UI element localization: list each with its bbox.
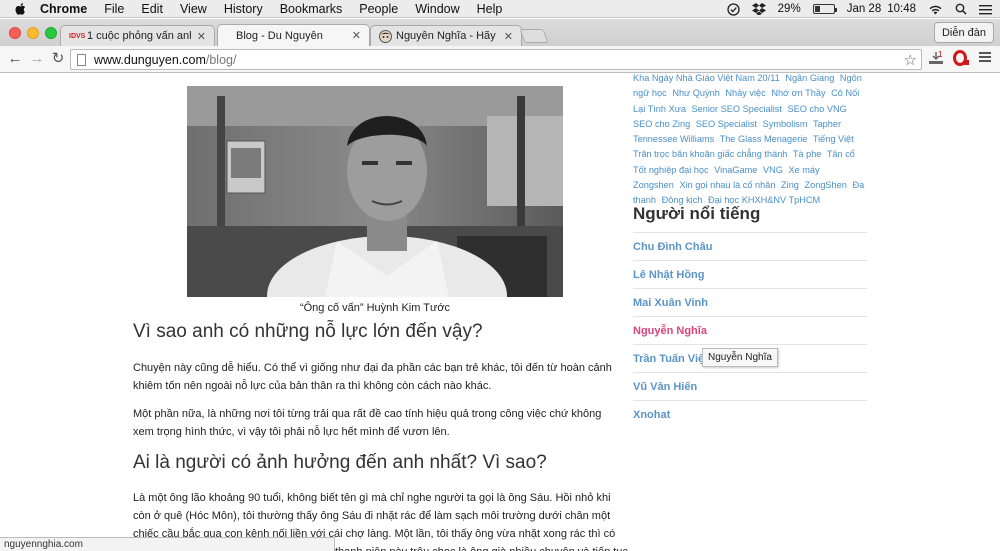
apple-logo-icon[interactable] [14, 2, 28, 16]
battery-icon[interactable] [812, 4, 837, 14]
tag-link[interactable]: The Glass Menagerie [720, 134, 808, 144]
sidebar-title: Người nổi tiếng [633, 204, 761, 223]
opera-extension-icon[interactable] [952, 50, 970, 68]
menu-edit[interactable]: Edit [141, 2, 163, 16]
extension-badge: 1 [938, 50, 943, 59]
tag-link[interactable]: Tân cổ [827, 149, 855, 159]
tag-link[interactable]: Như Quỳnh [672, 88, 720, 98]
portrait-image [187, 86, 563, 297]
tag-link[interactable]: SEO cho Zing [633, 119, 690, 129]
profile-button[interactable]: Diễn đàn [933, 22, 994, 43]
tab-title: Nguyễn Nghĩa - Hãy biết đủ [396, 30, 498, 42]
article-paragraph-3-tail: thanh niên này trêu chọc là ông già nhiề… [335, 543, 635, 551]
menu-help[interactable]: Help [477, 2, 503, 16]
tag-link[interactable]: Senior SEO Specialist [692, 104, 782, 114]
tag-link[interactable]: Tà phe [793, 149, 822, 159]
tag-link[interactable]: VinaGame [714, 165, 757, 175]
tag-link[interactable]: ZongShen [804, 180, 846, 190]
spotlight-search-icon[interactable] [955, 3, 967, 15]
tab-blog-du-nguyen[interactable]: Blog - Du Nguyễn ✕ [217, 24, 370, 46]
bookmark-star-icon[interactable]: ☆ [904, 51, 917, 69]
sidebar-item-vu-van-hien[interactable]: Vũ Văn Hiến [633, 372, 867, 400]
photo-caption: “Ông cố vấn” Huỳnh Kim Tước [299, 302, 451, 314]
tag-link[interactable]: Xin gọi nhau là cố nhân [679, 180, 775, 190]
tag-link[interactable]: SEO cho VNG [788, 104, 847, 114]
tag-link[interactable]: Symbolism [763, 119, 808, 129]
browser-toolbar: ← → ↻ www.dunguyen.com /blog/ ☆ 1 [0, 46, 1000, 73]
tag-link[interactable]: Tapher [813, 119, 841, 129]
dropbox-icon[interactable] [751, 3, 766, 15]
status-bar-url: nguyennghia.com [0, 537, 335, 551]
article-heading-1: Vì sao anh có những nỗ lực lớn đến vậy? [133, 321, 483, 342]
menu-people[interactable]: People [359, 2, 398, 16]
article-paragraph-1: Chuyện này cũng dễ hiểu. Có thể vì giống… [133, 362, 612, 392]
tag-link[interactable]: Zing [781, 180, 799, 190]
avatar-favicon-icon [379, 29, 392, 43]
tag-link[interactable]: Tiếng Việt [813, 134, 854, 144]
tag-link[interactable]: Kha Ngày Nhà Giáo Việt Nam 20/11 [633, 74, 780, 83]
url-path: /blog/ [205, 52, 237, 67]
article-paragraph-2: Một phần nữa, là những nơi tôi từng trải… [133, 408, 602, 438]
tag-link[interactable]: Nhảy việc [725, 88, 765, 98]
article-photo [187, 86, 563, 297]
tab-close-icon[interactable]: ✕ [352, 29, 361, 42]
window-minimize-button[interactable] [27, 27, 39, 39]
url-host: www.dunguyen.com [94, 52, 206, 67]
idvs-favicon: IDVS [69, 32, 86, 40]
menu-bookmarks[interactable]: Bookmarks [280, 2, 343, 16]
menu-window[interactable]: Window [415, 2, 459, 16]
menu-view[interactable]: View [180, 2, 207, 16]
reload-icon[interactable]: ↻ [48, 50, 68, 68]
tab-nguyen-nghia[interactable]: Nguyễn Nghĩa - Hãy biết đủ ✕ [370, 25, 522, 46]
tag-link[interactable]: VNG [763, 165, 783, 175]
menubar-date[interactable]: Jan 28 [847, 3, 882, 15]
sidebar-item-nguyen-nghia[interactable]: Nguyễn Nghĩa [633, 316, 867, 344]
tab-interview[interactable]: IDVS 1 cuộc phỏng vấn anh du ngu ✕ [60, 25, 215, 46]
tag-link[interactable]: Tennessee Williams [633, 134, 714, 144]
tag-link[interactable]: Nhớ ơn Thầy [771, 88, 825, 98]
window-close-button[interactable] [9, 27, 21, 39]
menu-history[interactable]: History [224, 2, 263, 16]
tag-link[interactable]: Tốt nghiệp đại học [633, 165, 709, 175]
menu-app-name[interactable]: Chrome [40, 2, 87, 16]
tag-cloud: Kha Ngày Nhà Giáo Việt Nam 20/11 Ngân Gi… [633, 74, 865, 209]
back-arrow-icon[interactable]: ← [5, 50, 25, 68]
wifi-icon[interactable] [928, 4, 943, 15]
menubar-status-area: 29% Jan 28 10:48 [715, 0, 992, 18]
chrome-menu-icon[interactable] [976, 50, 994, 68]
battery-level-fill [814, 6, 820, 12]
sidebar-item-mai-xuan-vinh[interactable]: Mai Xuân Vinh [633, 288, 867, 316]
window-zoom-button[interactable] [45, 27, 57, 39]
menubar-time[interactable]: 10:48 [887, 3, 916, 15]
new-tab-button[interactable] [519, 29, 549, 43]
tab-close-icon[interactable]: ✕ [197, 30, 206, 43]
address-bar[interactable]: www.dunguyen.com /blog/ ☆ [70, 49, 922, 70]
tag-link[interactable]: Trăn trọc băn khoăn giấc chẳng thành [633, 149, 787, 159]
sidebar-item-le-nhat-hong[interactable]: Lê Nhật Hồng [633, 260, 867, 288]
tab-strip: IDVS 1 cuộc phỏng vấn anh du ngu ✕ Blog … [0, 19, 1000, 46]
battery-percent: 29% [777, 3, 801, 15]
mac-menubar: Chrome File Edit View History Bookmarks … [0, 0, 1000, 18]
tag-link[interactable]: Ngân Giang [785, 74, 834, 83]
link-tooltip: Nguyễn Nghĩa [702, 348, 778, 367]
tab-title: 1 cuộc phỏng vấn anh du ngu [87, 30, 191, 42]
extension-download-icon[interactable]: 1 [927, 50, 945, 68]
check-circle-icon[interactable] [727, 2, 740, 16]
article-heading-2: Ai là người có ảnh hưởng đến anh nhất? V… [133, 452, 547, 473]
menu-file[interactable]: File [104, 2, 124, 16]
famous-people-list: Chu Đình Châu Lê Nhật Hồng Mai Xuân Vinh… [633, 232, 867, 428]
tab-title: Blog - Du Nguyễn [236, 29, 323, 42]
notification-center-icon[interactable] [979, 4, 992, 15]
sidebar-item-chu-dinh-chau[interactable]: Chu Đình Châu [633, 232, 867, 260]
forward-arrow-icon[interactable]: → [27, 50, 47, 68]
tab-close-icon[interactable]: ✕ [504, 30, 513, 43]
tag-link[interactable]: SEO Specialist [696, 119, 757, 129]
page-icon [77, 53, 86, 66]
sidebar-item-xnohat[interactable]: Xnohat [633, 400, 867, 428]
web-page: “Ông cố vấn” Huỳnh Kim Tước Vì sao anh c… [0, 74, 1000, 551]
